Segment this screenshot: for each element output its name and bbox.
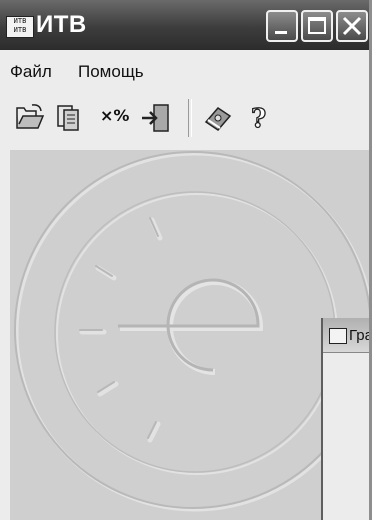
title-bar[interactable]: ИТВ ИТВ ИТВ: [0, 0, 369, 50]
toolbar: ×% ?: [0, 96, 369, 142]
open-folder-icon[interactable]: [14, 102, 46, 134]
app-icon: ИТВ ИТВ: [6, 16, 34, 38]
main-window: ИТВ ИТВ ИТВ Файл Помощь ×% ? Гр: [0, 0, 372, 520]
menu-file[interactable]: Файл: [10, 62, 52, 82]
maximize-button[interactable]: [301, 10, 333, 42]
exit-door-icon[interactable]: [140, 102, 172, 134]
child-app-icon: [329, 328, 347, 344]
close-button[interactable]: [336, 10, 368, 42]
minimize-icon: [275, 31, 287, 34]
mdi-client-area: [10, 150, 369, 520]
close-icon: [342, 16, 362, 36]
documents-icon[interactable]: [54, 102, 86, 134]
watermark-logo: [14, 151, 369, 512]
child-window-graph[interactable]: Граф: [321, 318, 369, 520]
toolbar-separator: [188, 99, 192, 137]
book-icon[interactable]: [202, 102, 234, 134]
maximize-icon: [308, 17, 326, 34]
multiply-percent-icon[interactable]: ×%: [100, 106, 129, 125]
help-icon[interactable]: ?: [247, 102, 273, 134]
window-title: ИТВ: [36, 11, 87, 38]
child-window-title: Граф: [349, 327, 369, 344]
menu-help[interactable]: Помощь: [78, 62, 144, 82]
svg-text:?: ?: [251, 104, 266, 134]
child-title-bar[interactable]: Граф: [323, 318, 369, 353]
minimize-button[interactable]: [266, 10, 298, 42]
